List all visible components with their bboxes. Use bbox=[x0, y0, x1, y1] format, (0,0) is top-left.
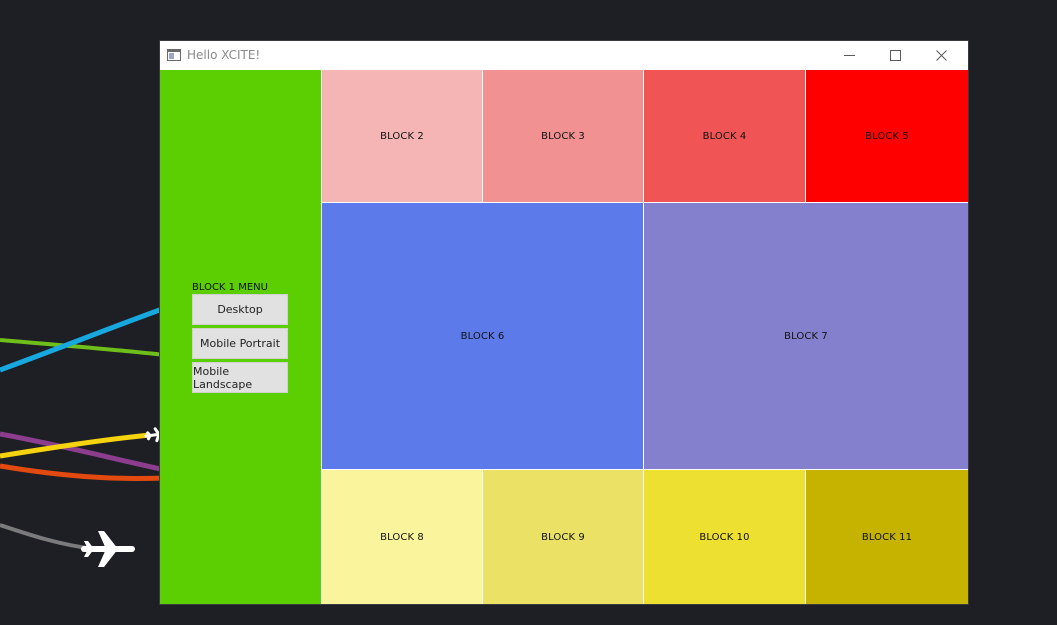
block-10: BLOCK 10 bbox=[644, 470, 805, 604]
app-window: Hello XCITE! BLOCK 1 MENU Desktop Mobile… bbox=[160, 41, 968, 604]
mobile-portrait-button[interactable]: Mobile Portrait bbox=[192, 328, 288, 359]
block-5-label: BLOCK 5 bbox=[865, 130, 909, 142]
block-11-label: BLOCK 11 bbox=[861, 531, 913, 543]
flight-path-orange bbox=[0, 463, 166, 481]
block-3-label: BLOCK 3 bbox=[541, 130, 585, 142]
desktop: Hello XCITE! BLOCK 1 MENU Desktop Mobile… bbox=[0, 0, 1057, 625]
block-4-label: BLOCK 4 bbox=[702, 130, 747, 142]
app-window-icon bbox=[167, 49, 181, 61]
window-title: Hello XCITE! bbox=[187, 48, 261, 62]
block-6-label: BLOCK 6 bbox=[460, 330, 505, 342]
block-8-label: BLOCK 8 bbox=[380, 531, 424, 543]
title-bar[interactable]: Hello XCITE! bbox=[160, 41, 968, 70]
block-8: BLOCK 8 bbox=[322, 470, 482, 604]
flight-path-gray bbox=[0, 523, 96, 551]
block-3: BLOCK 3 bbox=[483, 70, 643, 202]
block-7: BLOCK 7 bbox=[644, 203, 968, 469]
block-9-label: BLOCK 9 bbox=[541, 531, 585, 543]
maximize-icon bbox=[889, 50, 901, 61]
block-1: BLOCK 1 MENU Desktop Mobile Portrait Mob… bbox=[160, 70, 321, 604]
close-icon bbox=[935, 50, 947, 61]
close-button[interactable] bbox=[918, 41, 964, 70]
block-1-menu-title: BLOCK 1 MENU bbox=[192, 282, 268, 293]
block-7-label: BLOCK 7 bbox=[784, 330, 828, 342]
block-2-label: BLOCK 2 bbox=[380, 130, 424, 142]
block-11: BLOCK 11 bbox=[806, 470, 968, 604]
desktop-button[interactable]: Desktop bbox=[192, 294, 288, 325]
block-4: BLOCK 4 bbox=[644, 70, 805, 202]
minimize-button[interactable] bbox=[826, 41, 872, 70]
airplane-icon bbox=[81, 531, 135, 567]
block-9: BLOCK 9 bbox=[483, 470, 643, 604]
minimize-icon bbox=[843, 55, 855, 56]
maximize-button[interactable] bbox=[872, 41, 918, 70]
mobile-landscape-button[interactable]: Mobile Landscape bbox=[192, 362, 288, 393]
block-5: BLOCK 5 bbox=[806, 70, 968, 202]
block-6: BLOCK 6 bbox=[322, 203, 643, 469]
client-area: BLOCK 1 MENU Desktop Mobile Portrait Mob… bbox=[160, 70, 968, 604]
block-1-menu: BLOCK 1 MENU Desktop Mobile Portrait Mob… bbox=[192, 282, 288, 396]
block-10-label: BLOCK 10 bbox=[699, 531, 750, 543]
flight-path-green bbox=[0, 338, 166, 357]
flight-path-blue bbox=[0, 305, 166, 373]
block-2: BLOCK 2 bbox=[322, 70, 482, 202]
